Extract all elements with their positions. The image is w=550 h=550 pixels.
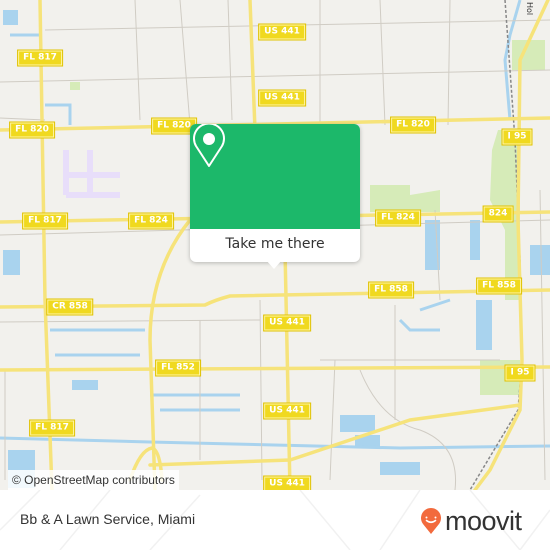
park <box>70 82 80 90</box>
canal <box>0 436 550 450</box>
road-shield-fl-820: FL 820 <box>9 121 55 139</box>
take-me-there-button[interactable]: Take me there <box>190 229 360 262</box>
airport-runway <box>63 150 120 198</box>
moovit-logo[interactable]: moovit <box>420 506 522 537</box>
road-shield-fl-820: FL 820 <box>390 116 436 134</box>
water <box>72 380 98 390</box>
water <box>3 10 18 25</box>
place-name: Bb & A Lawn Service, Miami <box>20 511 196 527</box>
water <box>3 250 20 275</box>
road-shield-fl-824: FL 824 <box>375 209 421 227</box>
road-shield-824: 824 <box>482 205 514 223</box>
park <box>370 185 440 212</box>
road-shield-fl-852: FL 852 <box>155 359 201 377</box>
water <box>530 245 550 275</box>
street-label: Hol <box>525 2 534 16</box>
road-shield-us-441: US 441 <box>263 402 311 420</box>
location-pin-icon <box>193 124 225 167</box>
road-shield-us-441: US 441 <box>263 314 311 332</box>
road-shield-cr-858: CR 858 <box>46 298 94 316</box>
road-shield-us-441: US 441 <box>258 89 306 107</box>
road-shield-us-441: US 441 <box>263 475 311 490</box>
brand-name: moovit <box>445 506 522 536</box>
destination-popup: Take me there <box>190 124 360 269</box>
map-attribution[interactable]: © OpenStreetMap contributors <box>8 470 179 490</box>
road-shield-fl-817: FL 817 <box>22 212 68 230</box>
water <box>380 462 420 475</box>
road-shield-fl-817: FL 817 <box>29 419 75 437</box>
road-shield-fl-824: FL 824 <box>128 212 174 230</box>
water <box>476 300 492 350</box>
road-shield-fl-858: FL 858 <box>368 281 414 299</box>
popup-pointer <box>266 260 282 269</box>
road-shield-fl-858: FL 858 <box>476 277 522 295</box>
road-fl-817 <box>38 0 54 490</box>
road-connector <box>148 403 522 467</box>
road-shield-us-441: US 441 <box>258 23 306 41</box>
road-shield-fl-817: FL 817 <box>17 49 63 67</box>
road-shield-i-95: I 95 <box>504 364 536 382</box>
canal <box>50 328 145 357</box>
water <box>470 220 480 260</box>
water <box>340 415 375 432</box>
moovit-pin-icon <box>421 508 441 534</box>
popup-header <box>190 124 360 229</box>
canal <box>150 393 240 412</box>
road-shield-i-95: I 95 <box>501 128 533 146</box>
road-fl-852 <box>0 365 550 372</box>
canal <box>398 298 451 332</box>
map[interactable]: FL 817 US 441 US 441 FL 820 FL 820 FL 82… <box>0 0 550 490</box>
